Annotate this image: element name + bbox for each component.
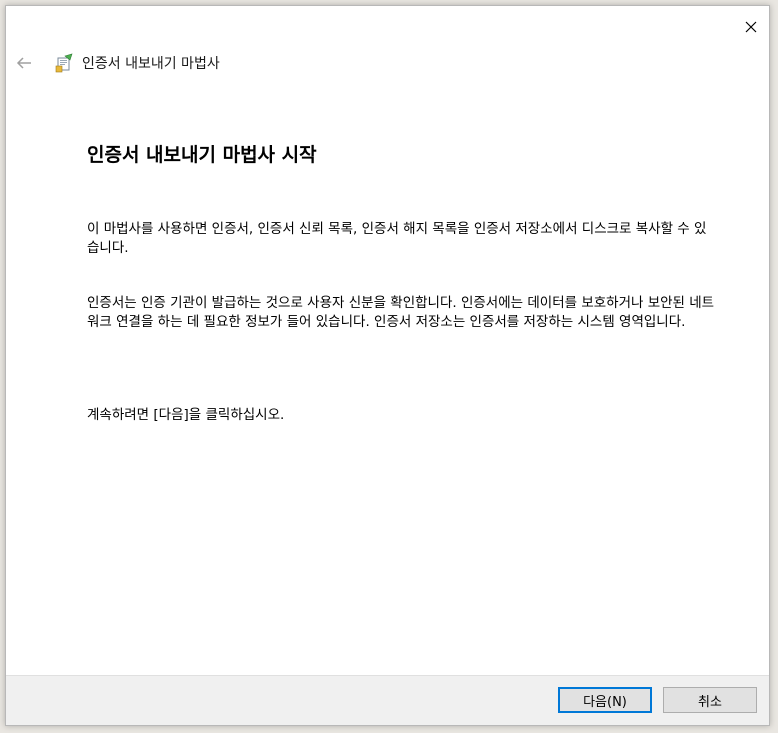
wizard-footer: 다음(N) 취소: [6, 675, 769, 725]
export-wizard-window: 인증서 내보내기 마법사 인증서 내보내기 마법사 시작 이 마법사를 사용하면…: [5, 5, 770, 726]
wizard-title: 인증서 내보내기 마법사: [82, 56, 220, 72]
wizard-nav: 인증서 내보내기 마법사: [13, 51, 220, 75]
certificate-description-paragraph: 인증서는 인증 기관이 발급하는 것으로 사용자 신분을 확인합니다. 인증서에…: [87, 295, 715, 330]
next-button[interactable]: 다음(N): [558, 687, 652, 713]
certificate-wizard-icon: [55, 53, 73, 73]
intro-paragraph: 이 마법사를 사용하면 인증서, 인증서 신뢰 목록, 인증서 해지 목록을 인…: [87, 221, 707, 256]
back-arrow-icon: [16, 57, 31, 69]
close-button[interactable]: [738, 14, 764, 40]
page-heading: 인증서 내보내기 마법사 시작: [87, 144, 317, 166]
continue-instruction: 계속하려면 [다음]을 클릭하십시오.: [87, 407, 285, 423]
back-button[interactable]: [13, 52, 35, 74]
close-icon: [745, 21, 757, 33]
cancel-button[interactable]: 취소: [663, 687, 757, 713]
